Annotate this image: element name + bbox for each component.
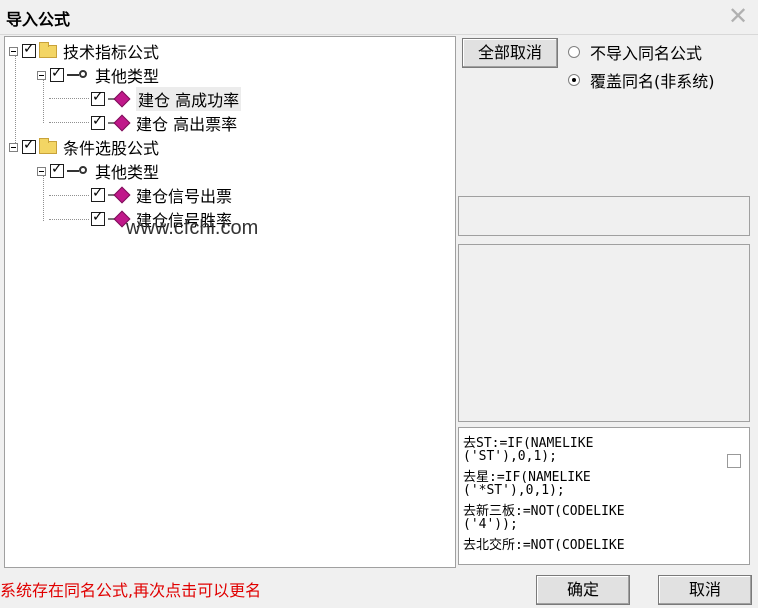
checkbox-checked-icon[interactable] (91, 209, 105, 226)
cancel-all-button[interactable]: 全部取消 (462, 38, 558, 68)
formula-gem-icon (108, 188, 130, 202)
tree-node-label: 技术指标公式 (63, 43, 160, 62)
tree-node-label: 建仓信号出票 (136, 187, 233, 206)
tree-node-formula-2[interactable]: 建仓 高出票率 (91, 111, 237, 135)
option-label: 覆盖同名(非系统) (590, 72, 715, 91)
checkbox-checked-icon[interactable] (91, 113, 105, 130)
formula-gem-icon (108, 116, 130, 130)
radio-unselected-icon[interactable] (568, 46, 580, 58)
checkbox-checked-icon[interactable] (22, 41, 36, 58)
key-icon (67, 69, 89, 81)
checkbox-checked-icon[interactable] (22, 137, 36, 154)
checkbox-checked-icon[interactable] (91, 89, 105, 106)
collapse-icon[interactable] (37, 70, 46, 80)
description-area[interactable] (458, 244, 750, 422)
tree-node-label: 其他类型 (95, 163, 160, 182)
checkbox-unchecked-icon[interactable] (727, 454, 741, 468)
code-line: ('4')); (463, 517, 518, 532)
tree-node-label: 条件选股公式 (63, 139, 160, 158)
tree-node-label: 建仓 高出票率 (136, 115, 238, 134)
option-overwrite[interactable]: 覆盖同名(非系统) (568, 68, 715, 92)
formula-code-view[interactable]: 去ST:=IF(NAMELIKE ('ST'),0,1); 去星:=IF(NAM… (458, 427, 750, 565)
key-icon (67, 165, 89, 177)
folder-icon (39, 137, 57, 154)
status-message: 系统存在同名公式,再次点击可以更名 (0, 581, 262, 600)
formula-tree[interactable]: 技术指标公式 其他类型 建仓 高成功率 建仓 高出票率 条件选股公式 其他类型 … (4, 36, 456, 568)
collapse-icon[interactable] (9, 46, 18, 56)
radio-selected-icon[interactable] (568, 74, 580, 86)
tree-line (49, 98, 89, 99)
code-line: ('*ST'),0,1); (463, 483, 565, 498)
watermark-text: www.cfchi.com (126, 217, 259, 239)
checkbox-checked-icon[interactable] (50, 161, 64, 178)
ok-button[interactable]: 确定 (536, 575, 630, 605)
tree-node-tech-indicators[interactable]: 技术指标公式 (9, 39, 159, 63)
tree-node-label: 建仓 高成功率 (136, 87, 242, 111)
window-title: 导入公式 (6, 10, 71, 29)
option-label: 不导入同名公式 (590, 44, 703, 63)
close-icon[interactable]: ✕ (724, 2, 752, 30)
tree-node-other-types-2[interactable]: 其他类型 (37, 159, 159, 183)
code-line: ('ST'),0,1); (463, 449, 557, 464)
folder-icon (39, 41, 57, 58)
checkbox-checked-icon[interactable] (91, 185, 105, 202)
formula-gem-icon (108, 92, 130, 106)
tree-line (49, 122, 89, 123)
tree-node-formula-1[interactable]: 建仓 高成功率 (91, 87, 242, 111)
tree-node-other-types-1[interactable]: 其他类型 (37, 63, 159, 87)
collapse-icon[interactable] (37, 166, 46, 176)
tree-node-label: 其他类型 (95, 67, 160, 86)
title-bar: 导入公式 ✕ (0, 0, 758, 35)
tree-node-stock-screening[interactable]: 条件选股公式 (9, 135, 159, 159)
code-line: 去北交所:=NOT(CODELIKE (463, 538, 625, 553)
info-field (458, 196, 750, 236)
checkbox-checked-icon[interactable] (50, 65, 64, 82)
tree-line (49, 219, 89, 220)
tree-line (15, 53, 16, 145)
tree-node-formula-3[interactable]: 建仓信号出票 (91, 183, 232, 207)
cancel-button[interactable]: 取消 (658, 575, 752, 605)
collapse-icon[interactable] (9, 142, 18, 152)
option-no-import[interactable]: 不导入同名公式 (568, 40, 702, 64)
tree-line (49, 195, 89, 196)
